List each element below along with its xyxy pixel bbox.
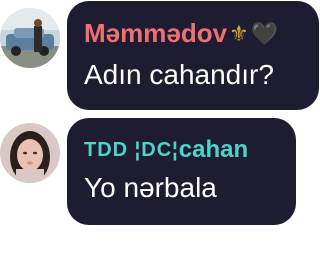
sender-name[interactable]: Məmmədov ⚜ 🖤 xyxy=(84,18,278,49)
sender-name[interactable]: TDD ¦DC¦ cahan xyxy=(84,136,248,164)
message-bubble[interactable]: Məmmədov ⚜ 🖤 Adın cahandır? xyxy=(67,1,319,110)
avatar-image xyxy=(0,8,60,68)
black-heart-icon: 🖤 xyxy=(250,20,279,46)
avatar-image xyxy=(0,123,60,183)
message-text: Adın cahandır? xyxy=(84,59,274,90)
avatar[interactable] xyxy=(0,123,60,183)
message-bubble[interactable]: TDD ¦DC¦ cahan Yo nərbala xyxy=(67,118,296,225)
avatar[interactable] xyxy=(0,8,60,68)
fleur-de-lis-icon: ⚜ xyxy=(229,20,249,46)
sender-prefix: TDD ¦DC¦ xyxy=(84,138,179,161)
message-text: Yo nərbala xyxy=(84,172,217,203)
